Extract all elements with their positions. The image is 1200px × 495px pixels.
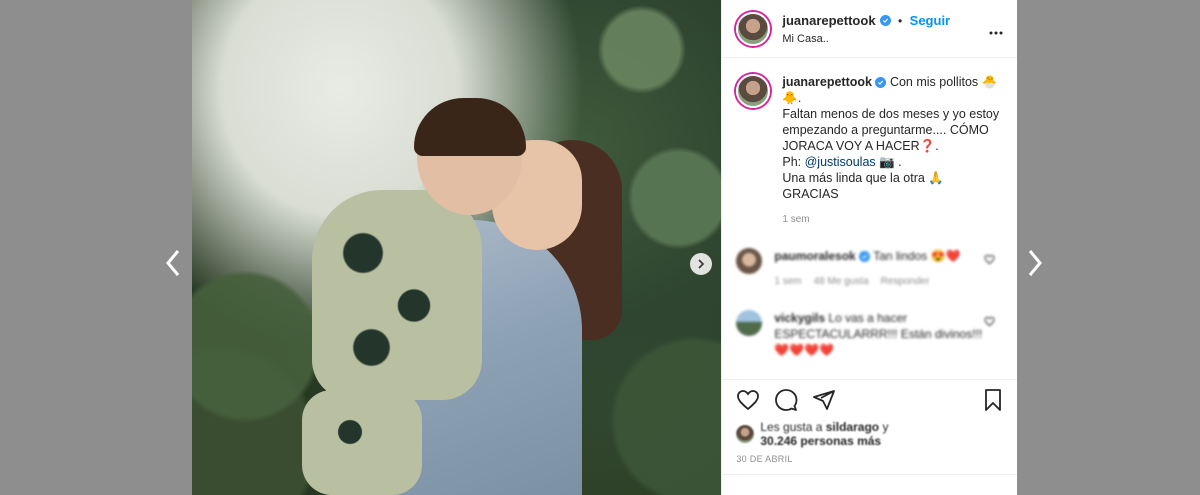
caption: juanarepettook Con mis pollitos 🐣🐥. Falt…	[736, 74, 1003, 228]
verified-icon	[879, 15, 891, 26]
caption-text: Ph:	[782, 155, 805, 169]
verified-icon	[875, 77, 887, 88]
more-icon[interactable]	[989, 22, 1003, 40]
comment: vickygils Lo vas a hacer ESPECTACULARRR!…	[736, 310, 1003, 358]
location-link[interactable]: Mi Casa..	[782, 33, 950, 45]
likes-text: Les gusta a	[760, 420, 826, 434]
comment-icon[interactable]	[774, 388, 798, 412]
post-date[interactable]: 30 DE ABRIL	[722, 448, 1017, 464]
post-header: juanarepettook • Seguir Mi Casa..	[722, 0, 1017, 58]
post-sidebar: juanarepettook • Seguir Mi Casa.. juanar…	[721, 0, 1017, 495]
likes-count[interactable]: 30.246 personas más	[760, 434, 881, 448]
share-icon[interactable]	[812, 388, 836, 412]
caption-text: Faltan menos de dos meses y yo estoy emp…	[782, 107, 1000, 153]
chevron-right-icon	[698, 259, 705, 269]
action-bar	[722, 379, 1017, 420]
child-body	[312, 190, 482, 400]
child-legs	[302, 390, 422, 495]
comment-text: Tan lindos 😍❤️	[873, 249, 961, 263]
avatar[interactable]	[736, 310, 763, 336]
avatar[interactable]	[736, 11, 771, 46]
comment-username[interactable]: paumoralesok	[774, 249, 855, 263]
avatar[interactable]	[736, 74, 771, 108]
add-comment-area[interactable]	[722, 474, 1017, 495]
verified-icon	[859, 251, 871, 262]
header-username[interactable]: juanarepettook	[782, 13, 891, 28]
avatar[interactable]	[736, 425, 755, 443]
post-photo	[192, 0, 722, 495]
comment-timestamp[interactable]: 1 sem	[774, 274, 801, 290]
comment: paumoralesok Tan lindos 😍❤️ 1 sem 48 Me …	[736, 248, 1003, 290]
heart-icon[interactable]	[736, 388, 760, 412]
post-modal: juanarepettook • Seguir Mi Casa.. juanar…	[192, 0, 1017, 495]
chevron-left-icon[interactable]	[164, 248, 182, 278]
separator: •	[898, 14, 903, 28]
carousel-next-button[interactable]	[690, 253, 712, 275]
caption-text: Una más linda que la otra 🙏	[782, 171, 944, 185]
caption-username[interactable]: juanarepettook	[782, 75, 872, 89]
heart-icon[interactable]	[984, 254, 995, 265]
username-text[interactable]: juanarepettook	[782, 13, 875, 28]
mention-link[interactable]: @justisoulas	[805, 155, 876, 169]
follow-button[interactable]: Seguir	[910, 13, 950, 28]
comment-username[interactable]: vickygils	[774, 311, 825, 325]
heart-icon[interactable]	[984, 316, 995, 327]
caption-timestamp[interactable]: 1 sem	[782, 212, 1003, 228]
chevron-right-icon[interactable]	[1026, 248, 1044, 278]
caption-text: GRACIAS	[782, 187, 839, 201]
avatar[interactable]	[736, 248, 763, 274]
likes-user[interactable]: sildarago	[826, 420, 879, 434]
caption-text: 📷 .	[875, 155, 902, 169]
likes-text: y	[879, 420, 889, 434]
reply-button[interactable]: Responder	[881, 274, 930, 290]
comment-likes[interactable]: 48 Me gusta	[814, 274, 869, 290]
bookmark-icon[interactable]	[981, 388, 1005, 412]
likes-summary[interactable]: Les gusta a sildarago y 30.246 personas …	[722, 420, 1017, 448]
comments-section[interactable]: juanarepettook Con mis pollitos 🐣🐥. Falt…	[722, 58, 1017, 379]
